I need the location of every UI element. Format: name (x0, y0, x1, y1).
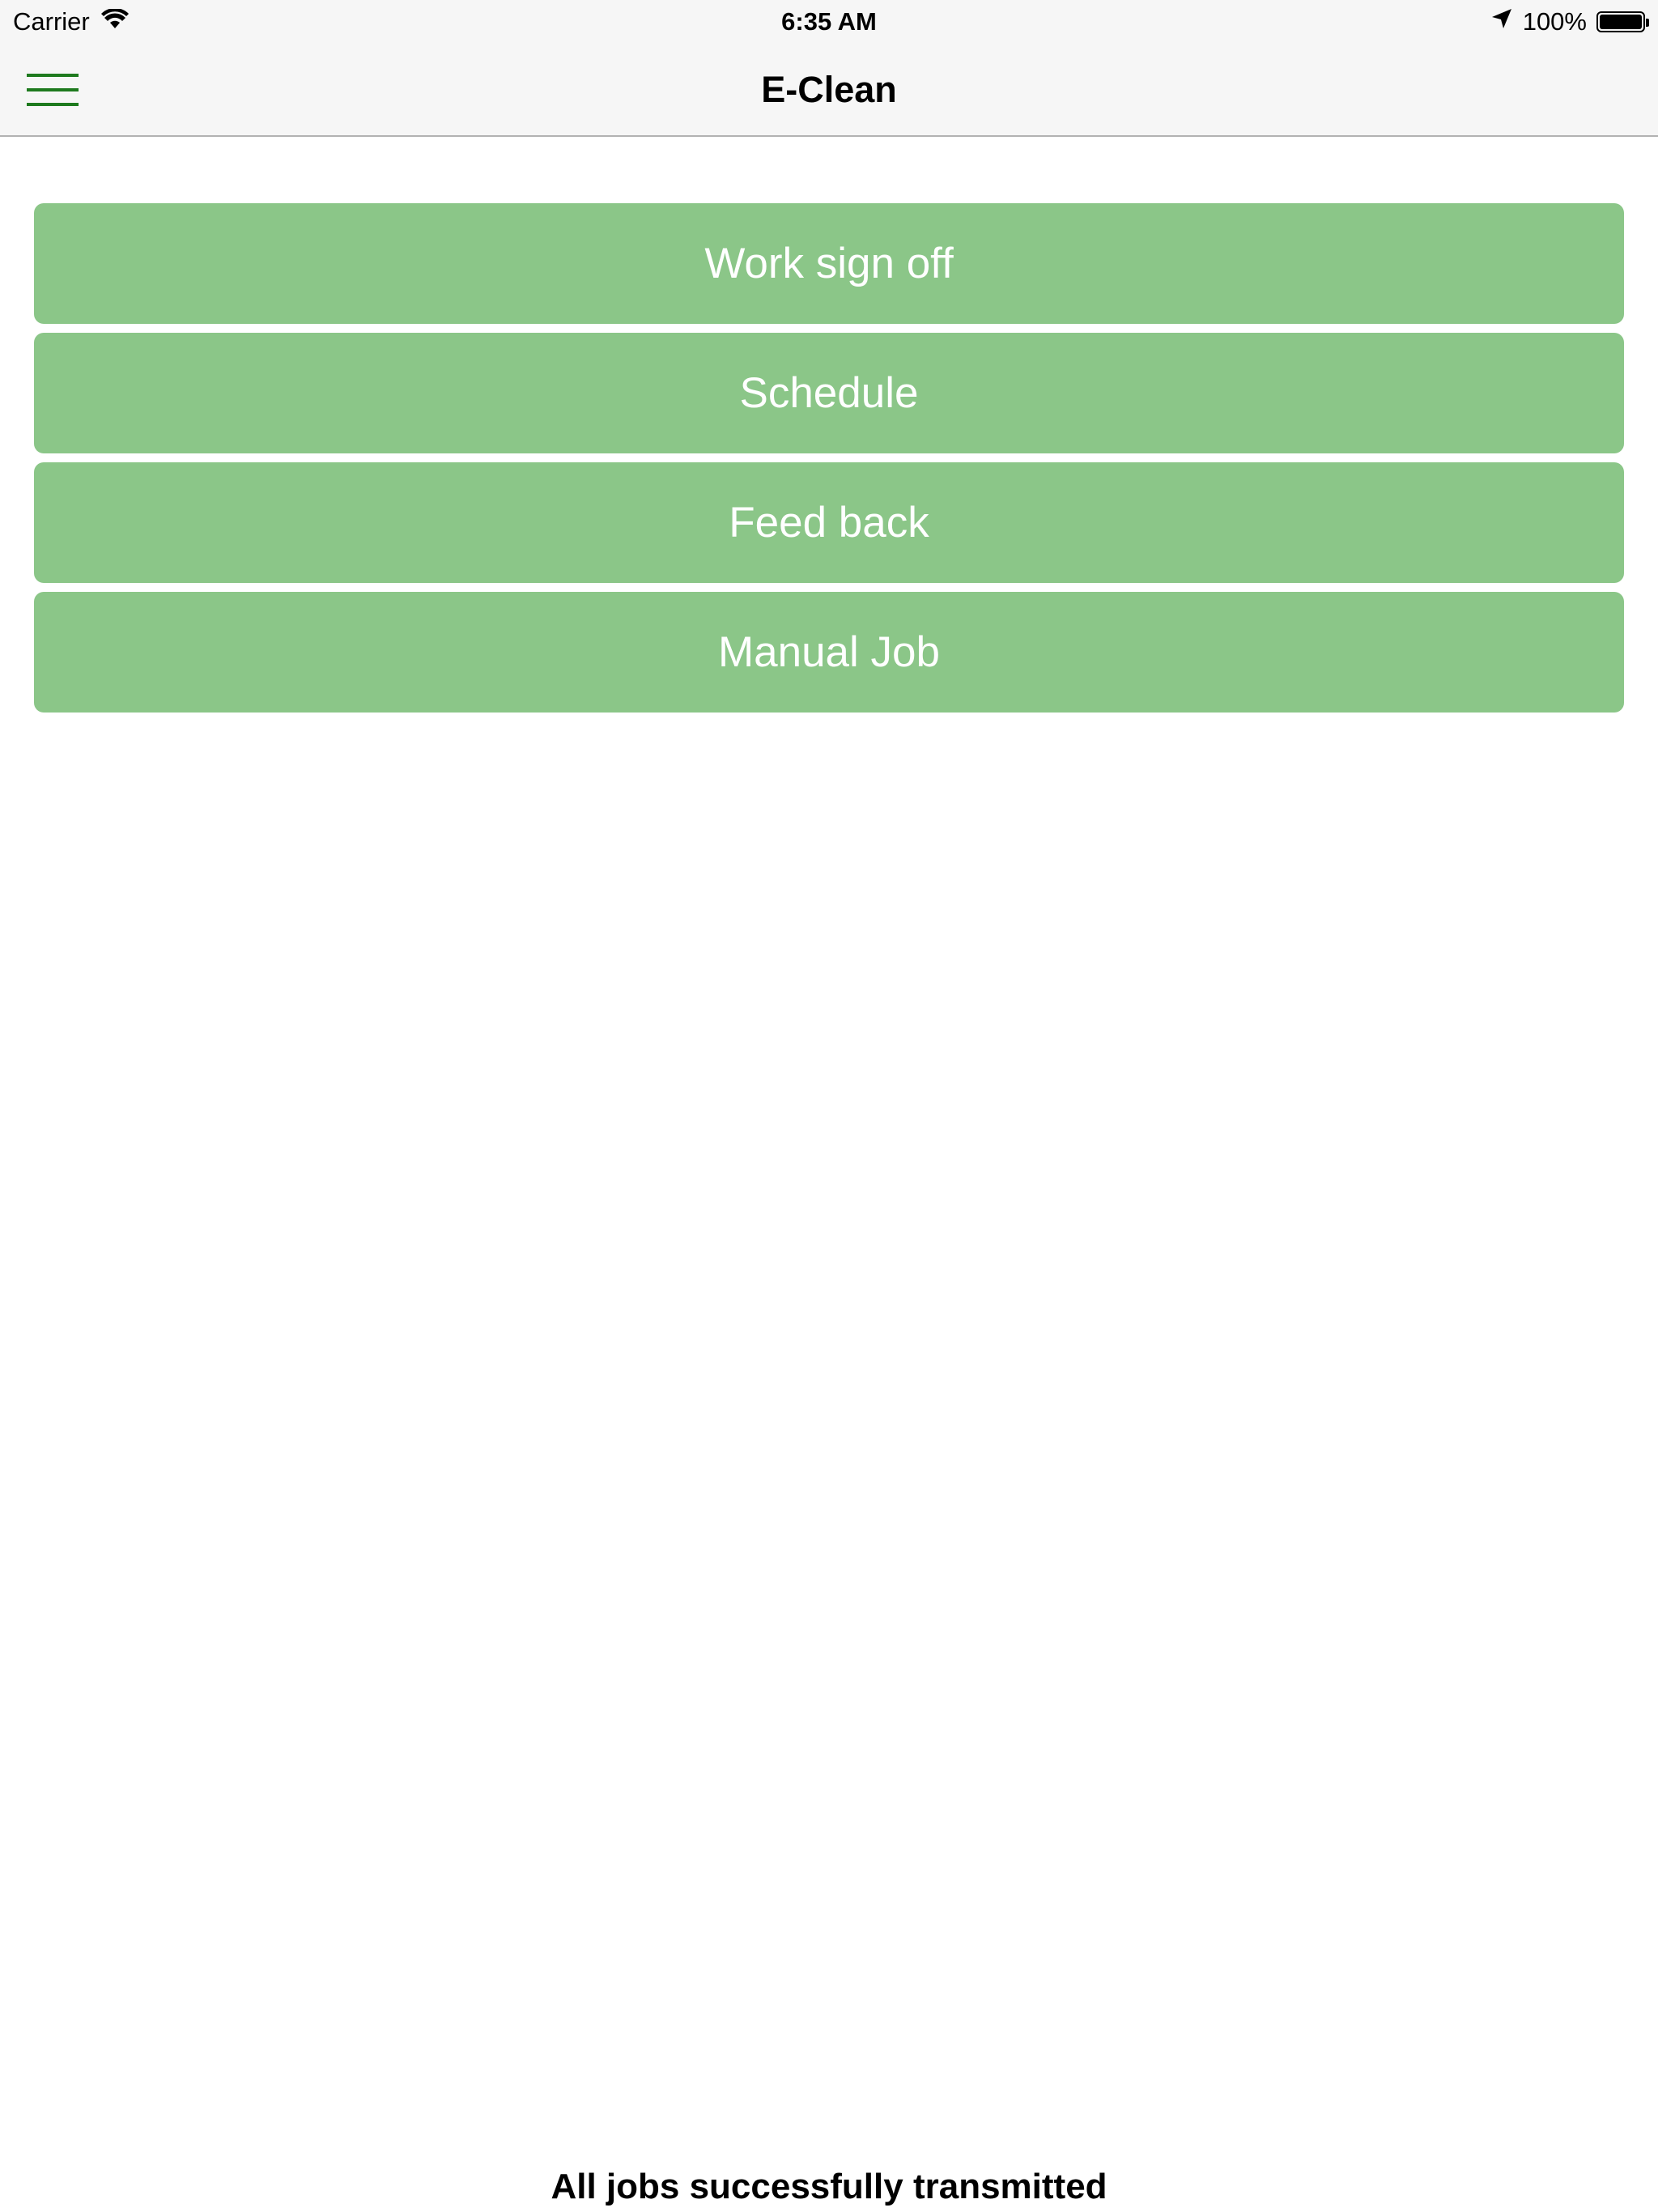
battery-percent: 100% (1522, 7, 1587, 36)
work-sign-off-button[interactable]: Work sign off (34, 203, 1624, 324)
hamburger-menu-icon (27, 74, 79, 106)
page-title: E-Clean (761, 68, 897, 110)
navigation-bar: E-Clean (0, 44, 1658, 137)
feedback-button[interactable]: Feed back (34, 462, 1624, 583)
manual-job-button[interactable]: Manual Job (34, 592, 1624, 713)
screen: Carrier 6:35 AM 100% E-Clean Work sign o… (0, 0, 1658, 2212)
status-left: Carrier (13, 0, 129, 44)
status-bar: Carrier 6:35 AM 100% (0, 0, 1658, 44)
status-right: 100% (1490, 0, 1649, 44)
schedule-button[interactable]: Schedule (34, 333, 1624, 453)
battery-tip (1646, 19, 1649, 27)
location-arrow-icon (1490, 7, 1513, 36)
status-time: 6:35 AM (781, 7, 877, 36)
menu-button[interactable] (18, 66, 87, 115)
transmission-status-text: All jobs successfully transmitted (551, 2167, 1107, 2206)
carrier-label: Carrier (13, 7, 90, 36)
wifi-icon (100, 7, 129, 36)
battery-icon (1596, 11, 1649, 32)
main-menu-list: Work sign off Schedule Feed back Manual … (34, 203, 1624, 721)
battery-level-fill (1600, 15, 1642, 29)
